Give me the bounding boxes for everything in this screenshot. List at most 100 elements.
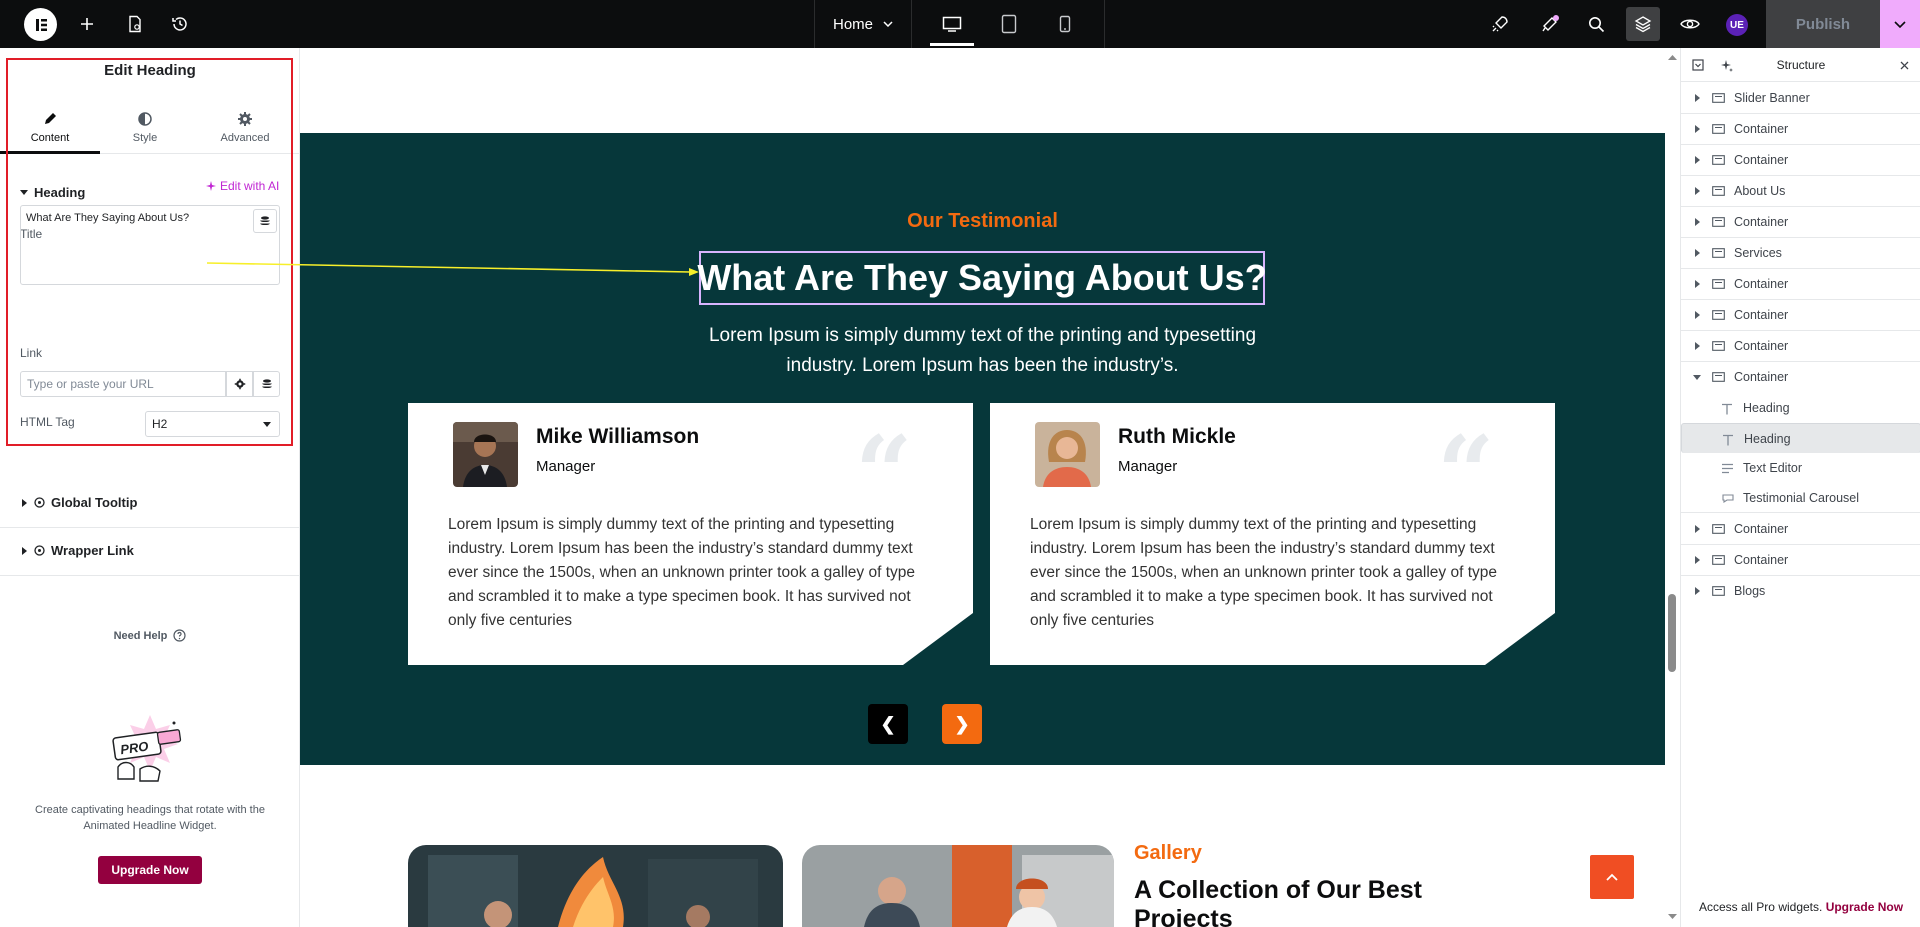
caret-right-icon[interactable] <box>1695 280 1700 288</box>
ai-sparkle-icon[interactable] <box>1720 59 1733 72</box>
navigator-item-text-editor[interactable]: Text Editor <box>1681 453 1920 483</box>
avatar <box>1035 422 1100 487</box>
gallery-eyebrow[interactable]: Gallery <box>1134 842 1202 865</box>
canvas-scrollbar[interactable] <box>1665 48 1680 927</box>
caret-right-icon[interactable] <box>1695 556 1700 564</box>
publish-button[interactable]: Publish <box>1766 0 1880 48</box>
testimonial-card[interactable]: Mike Williamson Manager “ Lorem Ipsum is… <box>408 403 973 665</box>
pro-widget-icon <box>34 545 45 556</box>
container-icon <box>1712 310 1725 320</box>
testimonial-heading[interactable]: What Are They Saying About Us? <box>697 251 1267 305</box>
caret-right-icon[interactable] <box>1695 342 1700 350</box>
promo-text: Create captivating headings that rotate … <box>35 804 265 832</box>
navigator-item-testimonial-carousel[interactable]: Testimonial Carousel <box>1681 483 1920 513</box>
testimonial-subtext[interactable]: Lorem Ipsum is simply dummy text of the … <box>700 321 1265 381</box>
container-icon <box>1712 586 1725 596</box>
testimonial-section: Our Testimonial What Are They Saying Abo… <box>300 133 1665 765</box>
caret-right-icon[interactable] <box>1695 187 1700 195</box>
rocket-icon[interactable] <box>1486 0 1514 48</box>
navigator-item[interactable]: Container <box>1681 145 1920 176</box>
user-avatar[interactable]: UE <box>1726 14 1748 36</box>
caret-right-icon <box>22 546 27 555</box>
page-selector-label: Home <box>832 15 873 33</box>
close-icon[interactable] <box>1900 61 1909 70</box>
caret-right-icon[interactable] <box>1695 218 1700 226</box>
navigator-item-label: Container <box>1734 553 1789 567</box>
upgrade-now-button[interactable]: Upgrade Now <box>98 856 202 884</box>
caret-right-icon[interactable] <box>1695 249 1700 257</box>
scroll-up-arrow-icon[interactable] <box>1668 54 1677 60</box>
need-help-link[interactable]: Need Help <box>0 629 300 642</box>
carousel-next-button[interactable]: ❯ <box>942 704 982 744</box>
testimonial-role: Manager <box>536 458 596 475</box>
global-tooltip-label: Global Tooltip <box>51 495 138 510</box>
navigator-item[interactable]: Container <box>1681 331 1920 362</box>
carousel-prev-button[interactable]: ❮ <box>868 704 908 744</box>
caret-right-icon[interactable] <box>1695 525 1700 533</box>
quote-icon: “ <box>1437 414 1495 532</box>
upgrade-now-link[interactable]: Upgrade Now <box>1826 900 1903 914</box>
search-icon[interactable] <box>1582 0 1610 48</box>
navigator-item-heading-selected[interactable]: Heading <box>1681 423 1920 453</box>
toolbar-divider <box>1104 0 1105 48</box>
chevron-up-icon <box>1606 873 1618 881</box>
heading-icon <box>1723 434 1733 446</box>
desktop-view-icon[interactable] <box>924 0 980 48</box>
testimonial-eyebrow[interactable]: Our Testimonial <box>300 210 1665 233</box>
mobile-view-icon[interactable] <box>1037 0 1093 48</box>
navigator-item[interactable]: Container <box>1681 362 1920 393</box>
navigator-item[interactable]: Container <box>1681 545 1920 576</box>
scroll-down-arrow-icon[interactable] <box>1668 914 1677 920</box>
structure-layers-icon[interactable] <box>1626 7 1660 41</box>
testimonial-card[interactable]: Ruth Mickle Manager “ Lorem Ipsum is sim… <box>990 403 1555 665</box>
testimonial-name: Ruth Mickle <box>1118 425 1236 448</box>
publish-options-button[interactable] <box>1880 0 1920 48</box>
gallery-image[interactable] <box>802 845 1114 927</box>
navigator-item[interactable]: Container <box>1681 514 1920 545</box>
caret-right-icon[interactable] <box>1695 125 1700 133</box>
caret-down-icon[interactable] <box>1693 375 1701 380</box>
gallery-image[interactable] <box>408 845 783 927</box>
navigator-item[interactable]: Container <box>1681 207 1920 238</box>
caret-right-icon[interactable] <box>1695 94 1700 102</box>
navigator-item-label: Container <box>1734 122 1789 136</box>
navigator-item[interactable]: Container <box>1681 114 1920 145</box>
navigator-item-label: Container <box>1734 522 1789 536</box>
navigator-item[interactable]: Slider Banner <box>1681 83 1920 114</box>
elementor-logo-icon[interactable] <box>24 8 57 41</box>
caret-right-icon[interactable] <box>1695 587 1700 595</box>
container-icon <box>1712 217 1725 227</box>
gallery-title[interactable]: A Collection of Our Best Projects <box>1134 876 1464 927</box>
global-tooltip-section[interactable]: Global Tooltip <box>22 495 137 510</box>
navigator-item-label: Heading <box>1743 401 1790 415</box>
wrapper-link-section[interactable]: Wrapper Link <box>22 543 134 558</box>
page-settings-icon[interactable] <box>120 0 150 48</box>
panel-divider <box>0 527 300 528</box>
scrollbar-thumb[interactable] <box>1668 594 1676 672</box>
navigator-item-label: Blogs <box>1734 584 1766 598</box>
notifications-icon[interactable] <box>1536 0 1564 48</box>
navigator-item[interactable]: Container <box>1681 300 1920 331</box>
navigator-item-label: About Us <box>1734 184 1786 198</box>
caret-right-icon[interactable] <box>1695 156 1700 164</box>
scroll-to-top-button[interactable] <box>1590 855 1634 899</box>
navigator-item[interactable]: About Us <box>1681 176 1920 207</box>
preview-eye-icon[interactable] <box>1676 0 1704 48</box>
page-selector[interactable]: Home <box>814 0 912 48</box>
caret-right-icon <box>22 498 27 507</box>
navigator-item-label: Container <box>1734 370 1789 384</box>
pro-widgets-text: Access all Pro widgets. <box>1698 900 1823 914</box>
navigator-item-heading[interactable]: Heading <box>1681 393 1920 423</box>
history-icon[interactable] <box>165 0 195 48</box>
navigator-item[interactable]: Services <box>1681 238 1920 269</box>
navigator-item[interactable]: Container <box>1681 269 1920 300</box>
tablet-view-icon[interactable] <box>981 0 1037 48</box>
add-element-icon[interactable] <box>72 0 102 48</box>
container-icon <box>1712 248 1725 258</box>
top-bar: Home UE Publish <box>0 0 1920 48</box>
container-icon <box>1712 555 1725 565</box>
container-icon <box>1712 524 1725 534</box>
caret-right-icon[interactable] <box>1695 311 1700 319</box>
navigator-item[interactable]: Blogs <box>1681 576 1920 607</box>
collapse-all-icon[interactable] <box>1692 59 1704 71</box>
